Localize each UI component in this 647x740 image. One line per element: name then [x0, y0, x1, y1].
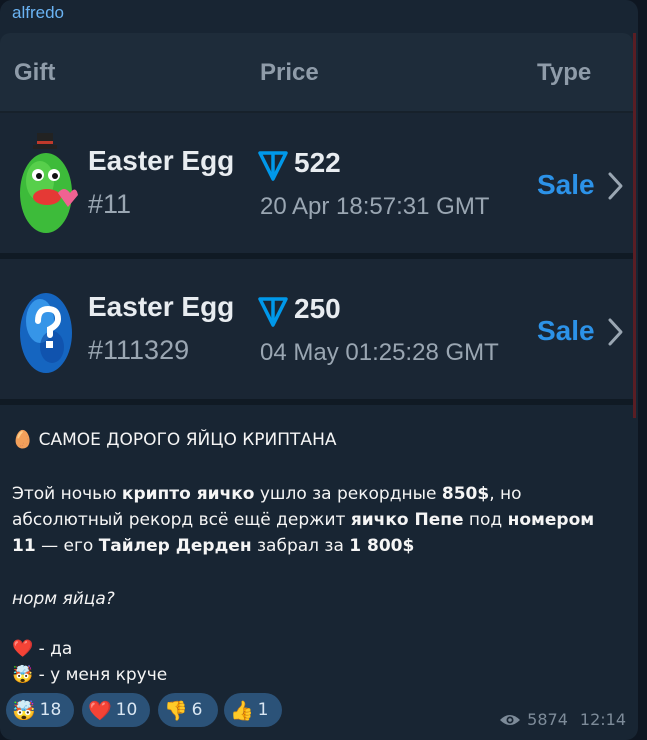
blue-mystery-egg-icon [20, 293, 72, 373]
reaction-thumbs-up[interactable]: 👍 1 [224, 693, 282, 727]
header-gift: Gift [14, 59, 56, 86]
thumbs-down-emoji-icon: 👎 [164, 699, 188, 722]
heart-emoji-icon: ❤️ [88, 699, 112, 722]
message-time: 12:14 [579, 710, 626, 729]
bold-text: Тайлер Дерден [98, 536, 252, 556]
row-divider [0, 399, 633, 405]
green-pepe-egg-icon [20, 133, 78, 233]
view-count: 5874 [527, 710, 568, 729]
table-header: Gift Price Type [0, 33, 633, 111]
reaction-mind-blown[interactable]: 🤯 18 [6, 693, 74, 727]
gift-name: Easter Egg [88, 145, 235, 176]
header-type: Type [537, 59, 592, 86]
bold-text: яичко Пепе [350, 510, 464, 530]
price-date: 04 May 01:25:28 GMT [260, 339, 499, 366]
price-value: 250 [294, 293, 341, 324]
header-price: Price [260, 59, 319, 86]
ton-icon [258, 297, 288, 327]
type-value: Sale [537, 169, 595, 200]
reaction-count: 6 [191, 700, 203, 720]
option-line-2: 🤯 - у меня круче [12, 665, 168, 685]
type-value: Sale [537, 315, 595, 346]
message-bubble[interactable]: alfredo Gift Price Type Easter Egg #11 5… [0, 0, 638, 740]
mind-blown-emoji-icon: 🤯 [12, 699, 36, 722]
reaction-count: 18 [39, 700, 62, 720]
bold-text: 1 800$ [349, 536, 415, 556]
bold-text: номером [507, 510, 595, 530]
reaction-count: 1 [257, 700, 269, 720]
heart-emoji-icon: ❤️ [12, 639, 34, 659]
chevron-right-icon [608, 172, 623, 200]
eye-icon [500, 714, 521, 725]
mind-blown-emoji-icon: 🤯 [12, 665, 34, 685]
chevron-right-icon [608, 318, 623, 346]
message-paragraph: Этой ночью крипто яичко ушло за рекордны… [12, 484, 595, 556]
egg-emoji-icon: 🥚 [12, 430, 34, 450]
sender-name[interactable]: alfredo [12, 3, 64, 23]
question-text: норм яйца? [12, 589, 115, 609]
title-text: САМОЕ ДОРОГО ЯЙЦО КРИПТАНА [38, 430, 337, 450]
option-line-1: ❤️ - да [12, 639, 73, 659]
gift-number: #111329 [88, 335, 190, 365]
gift-name: Easter Egg [88, 291, 235, 322]
reaction-count: 10 [115, 700, 138, 720]
bold-text: 850$ [441, 484, 490, 504]
gift-number: #11 [88, 189, 132, 219]
gift-table-image[interactable]: Gift Price Type Easter Egg #11 522 20 Ap… [0, 33, 633, 405]
price-value: 522 [294, 147, 341, 178]
bold-text: 11 [12, 536, 36, 556]
message-meta: 5874 12:14 [499, 710, 626, 729]
price-date: 20 Apr 18:57:31 GMT [260, 193, 490, 220]
card-edge [633, 33, 636, 418]
table-row: Easter Egg #111329 250 04 May 01:25:28 G… [0, 259, 633, 399]
reaction-thumbs-down[interactable]: 👎 6 [158, 693, 218, 727]
reaction-heart[interactable]: ❤️ 10 [82, 693, 150, 727]
thumbs-up-emoji-icon: 👍 [230, 699, 254, 722]
chat-background [638, 0, 647, 740]
bold-text: крипто яичко [121, 484, 255, 504]
table-row: Easter Egg #11 522 20 Apr 18:57:31 GMT S… [0, 113, 633, 253]
message-title: 🥚 САМОЕ ДОРОГО ЯЙЦО КРИПТАНА [12, 427, 336, 453]
ton-icon [258, 151, 288, 181]
